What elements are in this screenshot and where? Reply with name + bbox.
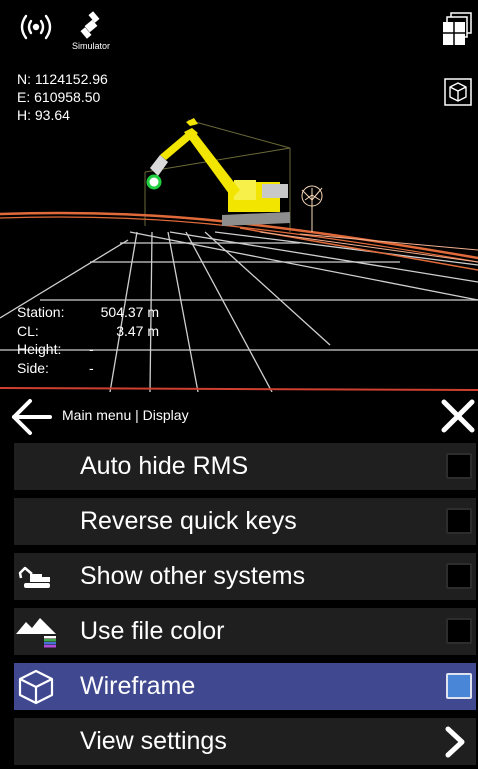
menu-item-label: Auto hide RMS (80, 452, 249, 480)
wireframe-checkbox[interactable] (446, 673, 472, 699)
menu-item-label: Show other systems (80, 562, 306, 590)
menu-item-show-other-systems[interactable]: Show other systems (14, 553, 476, 600)
menu-header: Main menu | Display (0, 392, 478, 440)
layers-icon[interactable] (442, 12, 472, 46)
height-value: - (89, 341, 94, 357)
satellite-icon (80, 11, 100, 39)
use-file-color-checkbox[interactable] (446, 618, 472, 644)
3d-viewport[interactable]: Simulator N: 1124152.96 E: 610958.50 H: … (0, 0, 478, 392)
height-coordinate: H: 93.64 (17, 107, 70, 123)
reverse-quick-keys-checkbox[interactable] (446, 508, 472, 534)
menu-item-wireframe[interactable]: Wireframe (14, 663, 476, 710)
menu-item-auto-hide-rms[interactable]: Auto hide RMS (14, 443, 476, 490)
menu-item-label: Wireframe (80, 672, 196, 700)
chevron-right-icon[interactable] (444, 726, 466, 758)
station-value: 504.37 m (100, 304, 159, 320)
gnss-status[interactable]: Simulator (72, 10, 110, 51)
tree (301, 185, 323, 232)
menu-item-reverse-quick-keys[interactable]: Reverse quick keys (14, 498, 476, 545)
terrain-color-icon (16, 618, 56, 648)
display-menu: Main menu | Display Auto hide RMS Revers… (0, 392, 478, 769)
menu-item-label: View settings (80, 727, 227, 755)
side-value: - (89, 359, 94, 376)
coordinates-readout: N: 1124152.96 E: 610958.50 H: 93.64 (17, 70, 108, 124)
side-key: Side: (17, 359, 49, 376)
menu-item-label: Reverse quick keys (80, 507, 297, 535)
excavator-icon (18, 566, 50, 588)
status-icons: Simulator (16, 10, 110, 51)
wireframe-cube-icon (18, 669, 54, 705)
cl-value: 3.47 m (116, 322, 159, 339)
close-icon[interactable] (438, 396, 478, 436)
show-other-systems-checkbox[interactable] (446, 563, 472, 589)
menu-item-view-settings[interactable]: View settings (14, 718, 476, 765)
north-coordinate: N: 1124152.96 (17, 71, 108, 87)
auto-hide-rms-checkbox[interactable] (446, 453, 472, 479)
back-arrow-icon[interactable] (10, 397, 54, 437)
simulator-label: Simulator (72, 41, 111, 51)
station-key: Station: (17, 304, 65, 320)
height-key: Height: (17, 341, 62, 357)
menu-item-use-file-color[interactable]: Use file color (14, 608, 476, 655)
cl-key: CL: (17, 322, 39, 339)
cube-view-icon[interactable] (444, 78, 472, 106)
menu-item-label: Use file color (80, 617, 225, 645)
breadcrumb: Main menu | Display (62, 407, 189, 423)
excavator-model (146, 118, 290, 226)
radio-signal-icon (20, 14, 52, 40)
station-readout: Station: 504.37 m CL: 3.47 m Height: - S… (17, 303, 159, 377)
east-coordinate: E: 610958.50 (17, 89, 101, 105)
